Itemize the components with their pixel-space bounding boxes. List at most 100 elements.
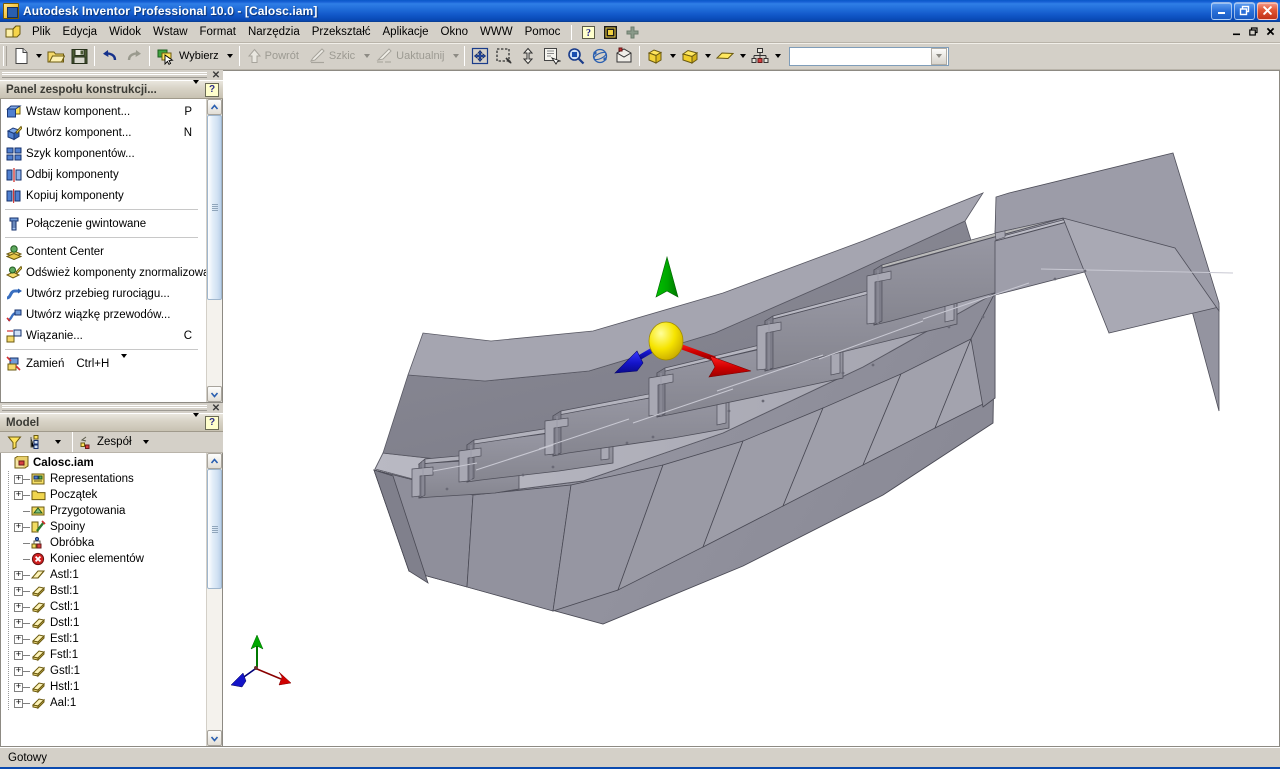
- select-tool-button[interactable]: Wybierz: [153, 45, 225, 67]
- tree-scroll-thumb[interactable]: [207, 469, 222, 589]
- tree-node-spoiny[interactable]: + Spoiny: [4, 519, 206, 535]
- add-plus-icon[interactable]: [622, 23, 642, 41]
- model-help-icon[interactable]: ?: [205, 415, 219, 430]
- panel-item-bolted-connection[interactable]: Połączenie gwintowane: [1, 213, 206, 234]
- tree-node-calosc[interactable]: Calosc.iam: [4, 455, 206, 471]
- maximize-restore-button[interactable]: [1234, 1, 1255, 20]
- 3d-model-viewport[interactable]: [223, 70, 1280, 747]
- panel-item-pattern-component[interactable]: Szyk komponentów...: [1, 143, 206, 164]
- tree-expander[interactable]: +: [14, 570, 23, 580]
- panel-gripbar[interactable]: ✕: [0, 70, 223, 80]
- mdi-minimize-button[interactable]: [1228, 24, 1244, 39]
- tree-expander[interactable]: +: [14, 618, 23, 628]
- tree-node-dstl[interactable]: + Dstl:1: [4, 615, 206, 631]
- menu-plik[interactable]: Plik: [26, 23, 57, 42]
- zoom-magnifier-icon[interactable]: [564, 45, 588, 67]
- select-tool-dropdown[interactable]: [225, 45, 236, 67]
- help-question-icon[interactable]: ?: [578, 23, 598, 41]
- toolbar-grip[interactable]: [3, 46, 7, 66]
- sketch-dropdown[interactable]: [361, 45, 372, 67]
- tree-node-estl[interactable]: + Estl:1: [4, 631, 206, 647]
- panel-item-constraint[interactable]: Wiązanie... C: [1, 325, 206, 346]
- component-display-dropdown[interactable]: [772, 45, 783, 67]
- camera-projection-dropdown[interactable]: [737, 45, 748, 67]
- zoom-selected-icon[interactable]: [540, 45, 564, 67]
- assembly-view-button[interactable]: Zespół: [77, 433, 135, 452]
- tree-node-astl[interactable]: + Astl:1: [4, 567, 206, 583]
- tree-expander[interactable]: +: [14, 634, 23, 644]
- mdi-close-button[interactable]: [1262, 24, 1278, 39]
- tree-expander[interactable]: +: [14, 586, 23, 596]
- tree-node-hstl[interactable]: + Hstl:1: [4, 679, 206, 695]
- zoom-window-icon[interactable]: [492, 45, 516, 67]
- panel-item-create-pipe-run[interactable]: Utwórz przebieg rurociągu...: [1, 283, 206, 304]
- panel-item-mirror-component[interactable]: Odbij komponenty: [1, 164, 206, 185]
- menu-okno[interactable]: Okno: [435, 23, 475, 42]
- tree-node-przygotowania[interactable]: Przygotowania: [4, 503, 206, 519]
- filter-icon[interactable]: [4, 433, 25, 452]
- tree-node-obrobka[interactable]: Obróbka: [4, 535, 206, 551]
- shaded-display-dropdown[interactable]: [667, 45, 678, 67]
- tree-node-koniec-elementow[interactable]: Koniec elementów: [4, 551, 206, 567]
- model-dropdown-icon[interactable]: [193, 412, 199, 429]
- toolbar-combo-dropdown[interactable]: [931, 47, 948, 65]
- visual-syllabus-icon[interactable]: [600, 23, 620, 41]
- assembly-view-dropdown[interactable]: [136, 433, 156, 452]
- menu-pomoc[interactable]: Pomoc: [519, 23, 567, 42]
- panel-item-copy-component[interactable]: Kopiuj komponenty: [1, 185, 206, 206]
- tree-scroll-down-button[interactable]: [207, 730, 222, 746]
- panel-item-content-center[interactable]: Content Center: [1, 241, 206, 262]
- panel-scroll-up-button[interactable]: [207, 99, 222, 115]
- panel-item-place-component[interactable]: Wstaw komponent... P: [1, 101, 206, 122]
- tree-expander[interactable]: +: [14, 490, 23, 500]
- panel-item-create-component[interactable]: Utwórz komponent... N: [1, 122, 206, 143]
- menu-narzedzia[interactable]: Narzędzia: [242, 23, 306, 42]
- tree-scroll-up-button[interactable]: [207, 453, 222, 469]
- redo-icon[interactable]: [122, 45, 146, 67]
- tree-view-dropdown[interactable]: [48, 433, 68, 452]
- sketch-button[interactable]: Szkic: [305, 45, 361, 67]
- panel-item-replace-component[interactable]: Zamień Ctrl+H: [1, 353, 206, 374]
- menu-przeksztalc[interactable]: Przekształć: [306, 23, 377, 42]
- tree-expander[interactable]: +: [14, 650, 23, 660]
- tree-node-fstl[interactable]: + Fstl:1: [4, 647, 206, 663]
- shadow-display-dropdown[interactable]: [702, 45, 713, 67]
- menu-wstaw[interactable]: Wstaw: [147, 23, 194, 42]
- new-file-dropdown[interactable]: [33, 45, 44, 67]
- save-icon[interactable]: [68, 45, 91, 67]
- panel-close-icon[interactable]: ✕: [211, 70, 221, 80]
- tree-expander[interactable]: +: [14, 522, 23, 532]
- orbit-icon[interactable]: [588, 45, 612, 67]
- menu-widok[interactable]: Widok: [103, 23, 147, 42]
- minimize-button[interactable]: [1211, 1, 1232, 20]
- component-display-icon[interactable]: [748, 45, 772, 67]
- new-file-icon[interactable]: [10, 45, 33, 67]
- tree-node-aal[interactable]: + Aal:1: [4, 695, 206, 711]
- panel-scroll-track[interactable]: [207, 115, 222, 386]
- model-close-icon[interactable]: ✕: [211, 403, 221, 413]
- panel-item-dropdown[interactable]: [121, 353, 128, 370]
- tree-node-gstl[interactable]: + Gstl:1: [4, 663, 206, 679]
- pan-icon[interactable]: [468, 45, 492, 67]
- tree-expander[interactable]: +: [14, 698, 23, 708]
- shaded-display-icon[interactable]: [643, 45, 667, 67]
- toolbar-combo[interactable]: [789, 46, 950, 66]
- menu-format[interactable]: Format: [194, 23, 242, 42]
- mdi-restore-button[interactable]: [1245, 24, 1261, 39]
- panel-scrollbar[interactable]: [206, 99, 222, 402]
- zoom-all-icon[interactable]: [516, 45, 540, 67]
- panel-help-icon[interactable]: ?: [205, 82, 219, 97]
- model-gripbar[interactable]: ✕: [0, 403, 223, 413]
- close-button[interactable]: [1257, 1, 1278, 20]
- panel-item-create-harness[interactable]: Utwórz wiązkę przewodów...: [1, 304, 206, 325]
- tree-expander[interactable]: +: [14, 682, 23, 692]
- update-button[interactable]: Uaktualnij: [372, 45, 450, 67]
- tree-scroll-track[interactable]: [207, 469, 222, 730]
- return-button[interactable]: Powrót: [243, 45, 305, 67]
- shadow-display-icon[interactable]: [678, 45, 702, 67]
- tree-expander[interactable]: +: [14, 474, 23, 484]
- model-tree-scrollbar[interactable]: [206, 453, 222, 746]
- tree-expander[interactable]: +: [14, 666, 23, 676]
- panel-scroll-down-button[interactable]: [207, 386, 222, 402]
- tree-node-poczatek[interactable]: + Początek: [4, 487, 206, 503]
